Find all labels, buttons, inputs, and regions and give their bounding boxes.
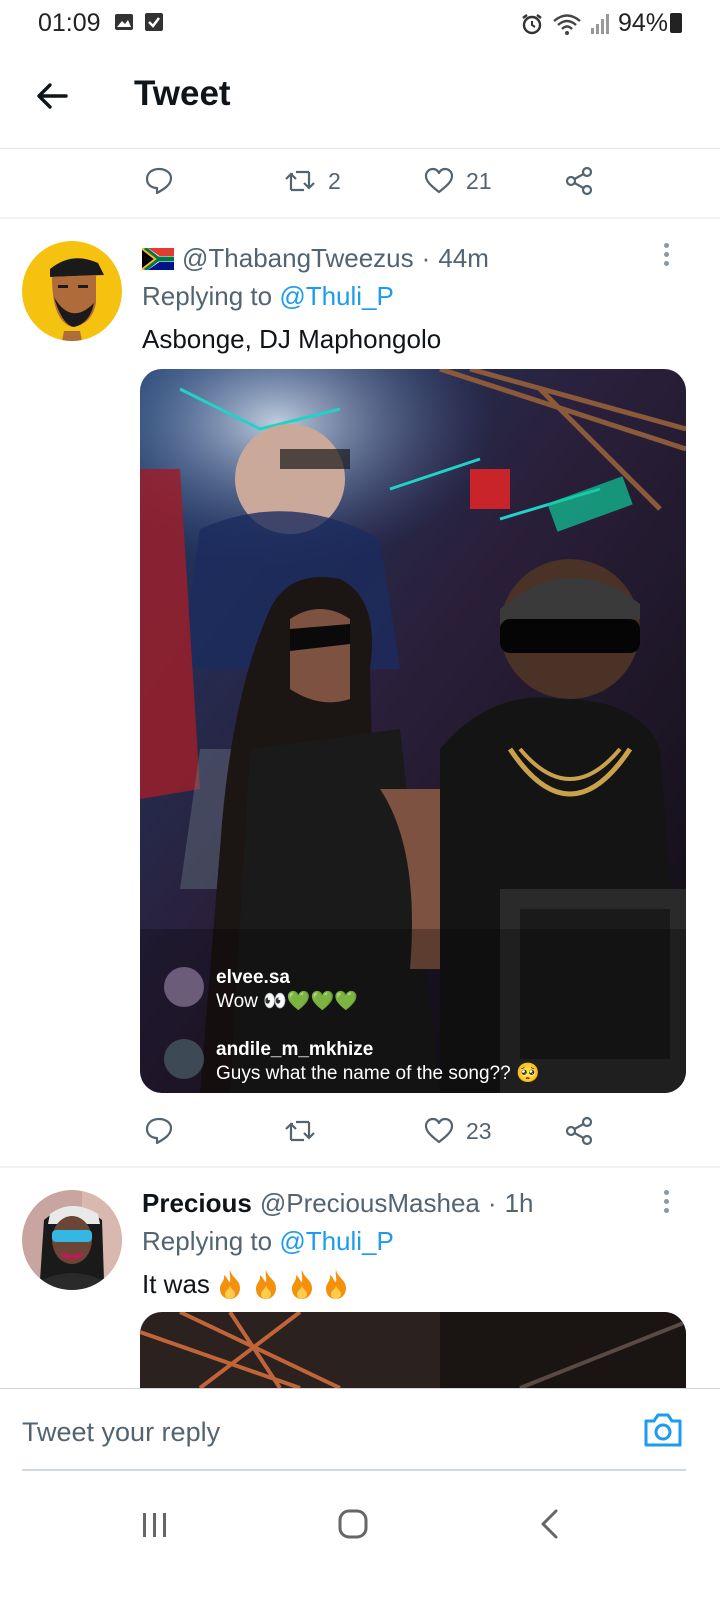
heart-icon <box>424 1117 454 1144</box>
prev-tweet-actions: 2 21 <box>0 148 720 218</box>
recent-apps-icon[interactable] <box>140 1510 170 1540</box>
reply-icon <box>145 1117 173 1145</box>
mention-link[interactable]: @Thuli_P <box>279 281 394 311</box>
battery-percent: 94% <box>617 9 668 37</box>
back-nav-icon[interactable] <box>538 1508 562 1540</box>
share-icon <box>565 166 593 196</box>
commenter-avatar <box>164 967 204 1007</box>
battery-icon <box>670 13 682 33</box>
tweet-handle[interactable]: @PreciousMashea <box>260 1188 480 1219</box>
retweet-count: 2 <box>328 167 341 194</box>
wifi-icon <box>553 13 581 35</box>
avatar[interactable] <box>22 1190 122 1290</box>
more-options-icon[interactable] <box>664 1190 672 1217</box>
tweet-text-content: It was <box>142 1268 210 1299</box>
tweet-time: 44m <box>438 243 489 273</box>
reply-input[interactable]: Tweet your reply <box>22 1417 220 1448</box>
separator: · <box>421 243 431 273</box>
divider <box>0 1166 720 1168</box>
separator: · <box>487 1188 497 1218</box>
media-comment: andile_m_mkhize Guys what the name of th… <box>164 1039 540 1085</box>
fire-emoji-icon <box>219 1270 346 1299</box>
retweet-icon <box>285 1120 315 1142</box>
share-icon <box>565 1116 593 1146</box>
back-arrow-icon[interactable] <box>34 78 70 114</box>
commenter-avatar <box>164 1039 204 1079</box>
retweet-icon <box>285 170 315 192</box>
replying-to: Replying to @Thuli_P <box>142 281 394 311</box>
retweet-button[interactable]: 2 <box>284 166 341 196</box>
system-nav-bar <box>0 1480 720 1600</box>
reply-button[interactable] <box>144 1116 174 1146</box>
media-comment: elvee.sa Wow 👀💚💚💚 <box>164 967 358 1013</box>
signal-icon <box>590 13 609 34</box>
share-button[interactable] <box>564 1116 594 1146</box>
comment-text: Guys what the name of the song?? 🥺 <box>216 1063 540 1084</box>
page-title: Tweet <box>134 74 231 113</box>
reply-button[interactable] <box>144 166 174 196</box>
top-bar: Tweet <box>0 44 720 149</box>
divider <box>0 217 720 219</box>
heart-icon <box>424 167 454 194</box>
like-count: 21 <box>466 167 492 194</box>
more-options-icon[interactable] <box>664 243 672 270</box>
tweet-meta: Precious @PreciousMashea · 1h <box>142 1188 533 1219</box>
like-count: 23 <box>466 1117 492 1144</box>
replying-to: Replying to @Thuli_P <box>142 1226 394 1256</box>
home-icon[interactable] <box>337 1508 369 1540</box>
concert-photo-preview <box>140 1312 686 1388</box>
gallery-notification-icon <box>115 14 133 30</box>
tweet-media-image[interactable] <box>140 1312 686 1388</box>
profile-photo <box>22 1190 122 1290</box>
tweet-meta: @ThabangTweezus · 44m <box>142 243 489 274</box>
status-bar: 01:09 94% <box>0 0 720 44</box>
like-button[interactable]: 21 <box>424 166 492 196</box>
tweet-time: 1h <box>504 1188 534 1218</box>
retweet-button[interactable] <box>284 1116 316 1146</box>
reply-composer: Tweet your reply <box>0 1388 720 1473</box>
mention-link[interactable]: @Thuli_P <box>279 1226 394 1256</box>
tweet-media-image[interactable]: elvee.sa Wow 👀💚💚💚 andile_m_mkhize Guys w… <box>140 369 686 1093</box>
south-africa-flag-icon <box>142 247 174 270</box>
avatar[interactable] <box>22 241 122 341</box>
camera-icon[interactable] <box>642 1411 684 1449</box>
status-time: 01:09 <box>38 9 101 37</box>
reply-icon <box>145 167 173 195</box>
comment-user: elvee.sa <box>216 967 290 988</box>
input-underline <box>22 1469 686 1471</box>
tweet-text: It was <box>142 1268 352 1300</box>
tweet-text: Asbonge, DJ Maphongolo <box>142 324 442 354</box>
comment-user: andile_m_mkhize <box>216 1039 374 1060</box>
tweet-author-name[interactable]: Precious <box>142 1188 252 1219</box>
share-button[interactable] <box>564 166 594 196</box>
alarm-icon <box>522 13 542 34</box>
tweet-actions: 23 <box>0 1098 720 1168</box>
comment-text: Wow 👀💚💚💚 <box>216 991 358 1012</box>
checkbox-notification-icon <box>145 13 163 31</box>
tweet-handle[interactable]: @ThabangTweezus <box>182 243 414 274</box>
like-button[interactable]: 23 <box>424 1116 492 1146</box>
cartoon-avatar-icon <box>22 241 122 341</box>
